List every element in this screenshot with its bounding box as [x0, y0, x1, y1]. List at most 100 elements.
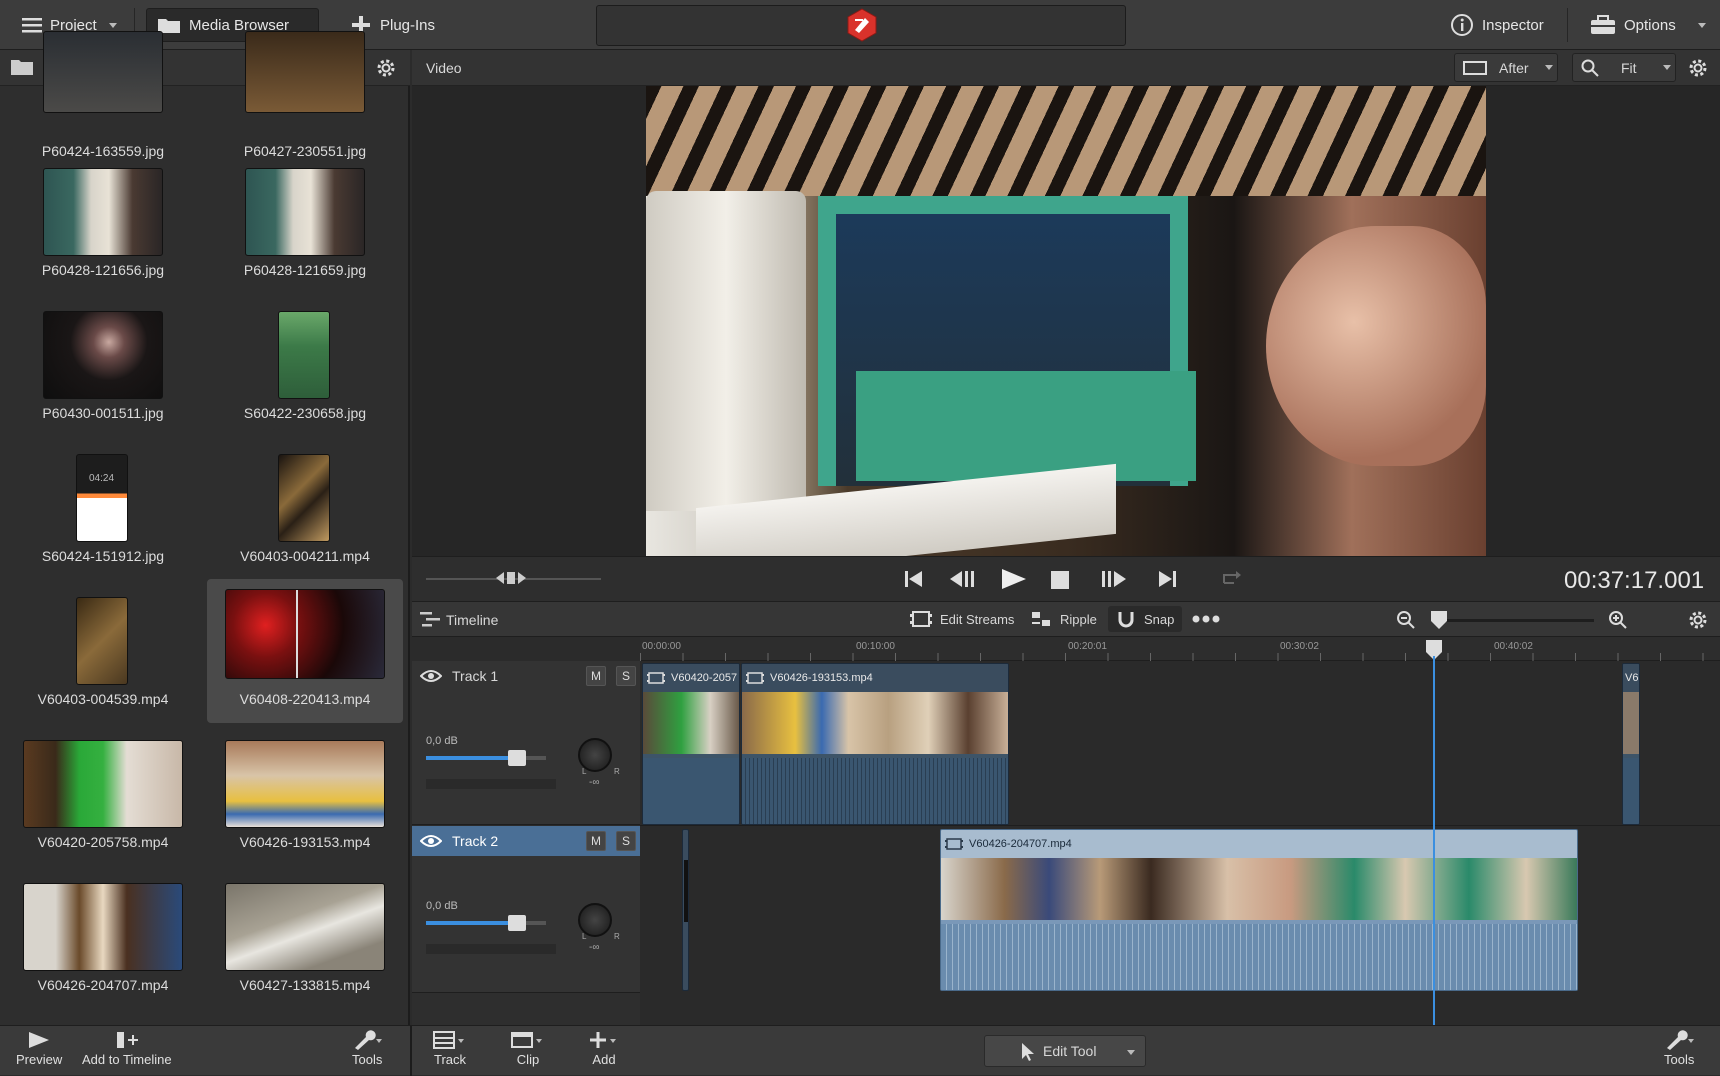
- clip-thumbnails: [1623, 692, 1639, 754]
- preview-button[interactable]: Preview: [16, 1030, 62, 1067]
- skip-to-end-icon[interactable]: [1158, 569, 1178, 589]
- zoom-in-icon[interactable]: [1608, 610, 1628, 630]
- media-item[interactable]: P60428-121659.jpg: [207, 150, 403, 290]
- bottom-toolbar: Preview Add to Timeline Tools Track Clip…: [0, 1025, 1720, 1076]
- scrub-marker: [296, 590, 298, 678]
- media-item[interactable]: S60422-230658.jpg: [207, 293, 403, 433]
- tools-button-right[interactable]: Tools: [1664, 1030, 1694, 1067]
- step-back-icon[interactable]: [948, 569, 976, 589]
- chevron-down-icon: [1127, 1050, 1135, 1055]
- solo-button[interactable]: S: [616, 831, 636, 851]
- play-icon[interactable]: [998, 567, 1028, 591]
- track-2-name-bar[interactable]: Track 2 M S: [412, 826, 640, 856]
- shuttle-handle-icon[interactable]: [496, 569, 526, 587]
- ruler-label: 00:20:01: [1068, 641, 1107, 652]
- add-to-timeline-button[interactable]: Add to Timeline: [82, 1030, 172, 1067]
- track-1-header: Track 1 M S 0,0 dB L R -∞: [412, 661, 640, 825]
- timeline-clip-selected[interactable]: V60426-204707.mp4: [940, 829, 1578, 991]
- media-item[interactable]: 04:24 S60424-151912.jpg: [5, 436, 201, 576]
- inspector-button[interactable]: Inspector: [1440, 8, 1554, 42]
- timeline-clip[interactable]: [682, 829, 689, 991]
- media-item-label: S60424-151912.jpg: [41, 548, 165, 564]
- mute-button[interactable]: M: [586, 831, 606, 851]
- media-item[interactable]: V60403-004211.mp4: [207, 436, 403, 576]
- zoom-dropdown[interactable]: Fit: [1572, 53, 1676, 82]
- media-item[interactable]: V60403-004539.mp4: [5, 579, 201, 719]
- media-thumbnail: [23, 740, 183, 828]
- volume-slider-handle[interactable]: [508, 750, 526, 766]
- loop-icon[interactable]: [1220, 569, 1242, 589]
- media-thumbnail: [43, 311, 163, 399]
- media-item[interactable]: V60426-193153.mp4: [207, 722, 403, 862]
- clip-thumbnails: [742, 692, 1008, 754]
- track-menu-button[interactable]: Track: [432, 1030, 468, 1067]
- clip-name: V6: [1625, 672, 1639, 684]
- media-item-selected[interactable]: V60408-220413.mp4: [207, 579, 403, 723]
- clip-title-bar: V60426-204707.mp4: [941, 830, 1577, 858]
- media-item-label: V60427-133815.mp4: [239, 977, 371, 993]
- timeline-clip[interactable]: V60426-193153.mp4: [741, 663, 1009, 825]
- volume-slider-handle[interactable]: [508, 915, 526, 931]
- snap-toggle[interactable]: Snap: [1108, 606, 1183, 632]
- media-item-label: V60426-193153.mp4: [239, 834, 371, 850]
- media-item-label: V60403-004211.mp4: [240, 548, 370, 564]
- step-forward-icon[interactable]: [1100, 569, 1128, 589]
- timeline-clip[interactable]: V6: [1622, 663, 1640, 825]
- edit-streams-button[interactable]: Edit Streams: [910, 606, 1014, 632]
- plus-icon: [590, 1032, 616, 1048]
- compare-mode-dropdown[interactable]: After: [1454, 53, 1558, 82]
- playhead[interactable]: [1433, 656, 1435, 1025]
- clip-name: V60426-193153.mp4: [770, 672, 873, 684]
- cursor-icon: [1022, 1043, 1034, 1061]
- media-item[interactable]: V60420-205758.mp4: [5, 722, 201, 862]
- clip-title-bar: V6: [1623, 664, 1639, 692]
- gear-icon[interactable]: [1686, 608, 1710, 632]
- zoom-slider-handle[interactable]: [1431, 611, 1447, 629]
- wrench-icon: [355, 1030, 383, 1050]
- eye-icon[interactable]: [420, 834, 442, 848]
- stop-icon[interactable]: [1050, 570, 1070, 590]
- media-browser-panel: 2016 › 04 P60424-163559.jpg P60427-23055…: [0, 31, 410, 1025]
- media-item-label: V60408-220413.mp4: [239, 691, 371, 707]
- media-item[interactable]: V60426-204707.mp4: [5, 865, 201, 1005]
- media-item[interactable]: P60430-001511.jpg: [5, 293, 201, 433]
- media-item-label: S60422-230658.jpg: [243, 405, 367, 421]
- edit-tool-dropdown[interactable]: Edit Tool: [984, 1035, 1146, 1067]
- timeline-title: Timeline: [446, 612, 499, 628]
- play-icon: [29, 1032, 50, 1048]
- background-pattern: [646, 86, 1486, 196]
- level-meter: [426, 944, 556, 954]
- more-options-icon[interactable]: [1192, 614, 1220, 624]
- zoom-value: Fit: [1621, 59, 1637, 76]
- eye-icon[interactable]: [420, 669, 442, 683]
- media-thumbnail: 04:24: [76, 454, 128, 542]
- media-item-label: P60428-121659.jpg: [243, 262, 367, 278]
- options-label: Options: [1624, 16, 1676, 34]
- track-header-filler: [412, 993, 640, 1025]
- transport-bar: 00:37:17.001: [412, 556, 1720, 601]
- ripple-button[interactable]: Ripple: [1030, 606, 1097, 632]
- add-menu-button[interactable]: Add: [586, 1030, 622, 1067]
- ruler-label: 00:30:02: [1280, 641, 1319, 652]
- mute-button[interactable]: M: [586, 666, 606, 686]
- volume-slider[interactable]: [426, 756, 546, 760]
- timeline-clip[interactable]: V60420-2057: [642, 663, 740, 825]
- pan-value: -∞: [589, 777, 600, 788]
- clip-thumbnails: [684, 860, 688, 922]
- divider: [410, 1026, 412, 1076]
- solo-button[interactable]: S: [616, 666, 636, 686]
- zoom-out-icon[interactable]: [1396, 610, 1416, 630]
- media-thumbnail: [76, 597, 128, 685]
- skip-to-start-icon[interactable]: [904, 569, 924, 589]
- options-button[interactable]: Options: [1580, 8, 1716, 42]
- volume-slider[interactable]: [426, 921, 546, 925]
- media-item[interactable]: V60427-133815.mp4: [207, 865, 403, 1005]
- gear-icon[interactable]: [1686, 56, 1710, 80]
- tools-button-left[interactable]: Tools: [352, 1030, 382, 1067]
- clip-menu-button[interactable]: Clip: [510, 1030, 546, 1067]
- time-ruler[interactable]: 00:00:00 00:10:00 00:20:01 00:30:02 00:4…: [640, 637, 1720, 661]
- film-strip-icon: [647, 672, 665, 684]
- frame-icon: [1463, 60, 1487, 75]
- media-item[interactable]: P60428-121656.jpg: [5, 150, 201, 290]
- timeline-zoom-slider[interactable]: [1432, 619, 1594, 622]
